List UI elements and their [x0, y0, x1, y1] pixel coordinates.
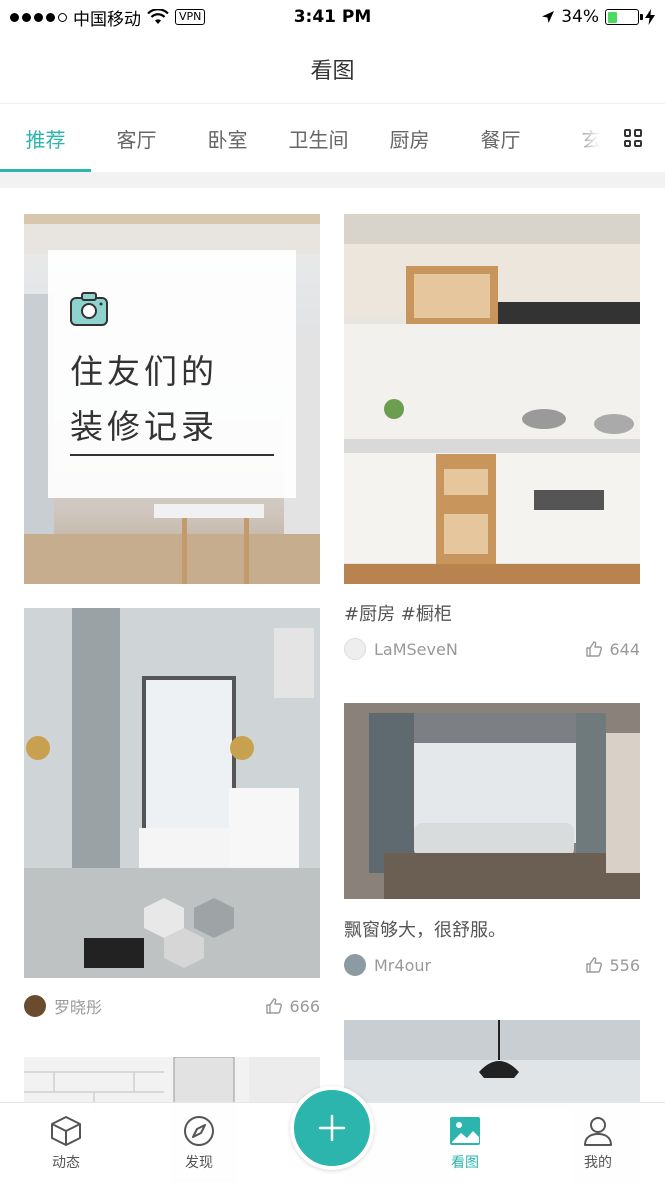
like-count: 644	[609, 639, 640, 659]
avatar	[24, 995, 46, 1017]
promo-title-line1: 住友们的	[70, 352, 218, 391]
bay-window-photo	[344, 703, 640, 899]
author[interactable]: 罗晓彤	[24, 994, 102, 1018]
bay-window-illustration	[344, 703, 640, 899]
category-tabs: 推荐 客厅 卧室 卫生间 厨房 餐厅 玄	[0, 104, 665, 172]
author-name: Mr4our	[374, 955, 432, 975]
bay-window-meta: Mr4our 556	[344, 954, 640, 976]
thumbs-up-icon	[586, 957, 603, 973]
kitchen-photo	[344, 214, 640, 584]
tabbar-label: 发现	[185, 1155, 213, 1171]
photo-feed: 住友们的 装修记录 #厨房 #橱柜 LaMSeveN 644 罗晓彤 666 飘…	[0, 188, 665, 1182]
hallway-meta: 罗晓彤 666	[24, 994, 320, 1018]
carrier-name: 中国移动	[73, 9, 141, 30]
tabbar-profile[interactable]: 我的	[548, 1103, 648, 1182]
tabbar-gallery[interactable]: 看图	[415, 1103, 515, 1182]
photo-card-hallway[interactable]: 罗晓彤 666	[24, 608, 320, 1028]
navigation-bar: 看图	[0, 34, 665, 104]
location-arrow-icon	[542, 11, 555, 23]
promo-underline	[70, 454, 274, 456]
like-count: 666	[289, 996, 320, 1016]
hallway-photo	[24, 608, 320, 978]
cube-icon	[51, 1116, 81, 1146]
bay-window-caption: 飘窗够大，很舒服。	[344, 920, 506, 941]
promo-card[interactable]: 住友们的 装修记录	[24, 214, 320, 584]
author[interactable]: LaMSeveN	[344, 638, 458, 660]
battery-fill	[607, 11, 618, 23]
hallway-illustration	[24, 608, 320, 978]
plus-icon	[318, 1114, 346, 1142]
author-name: LaMSeveN	[374, 639, 458, 659]
tab-dining-room[interactable]: 餐厅	[455, 104, 546, 172]
wifi-icon	[147, 9, 169, 24]
person-icon	[584, 1117, 612, 1146]
like-button[interactable]: 556	[585, 956, 640, 975]
tabbar-label: 动态	[52, 1155, 80, 1171]
tabbar-label: 我的	[584, 1155, 612, 1171]
tab-recommended[interactable]: 推荐	[0, 104, 91, 172]
tab-list: 推荐 客厅 卧室 卫生间 厨房 餐厅 玄	[0, 104, 600, 172]
battery-icon	[605, 9, 643, 25]
signal-strength-icon	[10, 12, 67, 22]
tabbar-activity[interactable]: 动态	[16, 1103, 116, 1182]
page-title: 看图	[310, 58, 355, 84]
status-left: 中国移动 VPN	[10, 5, 206, 30]
avatar	[344, 638, 366, 660]
photo-card-bay-window[interactable]: 飘窗够大，很舒服。 Mr4our 556	[344, 703, 640, 983]
promo-image: 住友们的 装修记录	[24, 214, 320, 584]
picture-icon	[450, 1117, 480, 1145]
thumbs-up-icon	[266, 998, 283, 1014]
compass-icon	[184, 1116, 214, 1146]
kitchen-illustration	[344, 214, 640, 584]
grid-icon	[623, 129, 642, 147]
author[interactable]: Mr4our	[344, 954, 431, 976]
tab-living-room[interactable]: 客厅	[91, 104, 182, 172]
vpn-badge: VPN	[175, 9, 206, 25]
like-button[interactable]: 666	[265, 997, 320, 1016]
avatar	[344, 954, 366, 976]
section-divider	[0, 172, 665, 188]
photo-card-kitchen[interactable]: #厨房 #橱柜 LaMSeveN 644	[344, 214, 640, 674]
all-categories-button[interactable]	[600, 104, 665, 172]
status-right: 34%	[541, 7, 655, 27]
battery-percent: 34%	[561, 7, 599, 27]
kitchen-tags[interactable]: #厨房 #橱柜	[344, 600, 452, 626]
like-button[interactable]: 644	[585, 640, 640, 659]
tab-bathroom[interactable]: 卫生间	[273, 104, 364, 172]
charging-bolt-icon	[645, 9, 655, 25]
tab-bedroom[interactable]: 卧室	[182, 104, 273, 172]
author-name: 罗晓彤	[54, 998, 103, 1017]
promo-title-line2: 装修记录	[70, 407, 218, 446]
thumbs-up-icon	[586, 641, 603, 657]
kitchen-meta: LaMSeveN 644	[344, 638, 640, 660]
status-bar: 中国移动 VPN 3:41 PM 34%	[0, 0, 665, 34]
tabbar-label: 看图	[451, 1155, 479, 1171]
tab-entryway[interactable]: 玄	[546, 104, 601, 172]
add-post-button[interactable]	[290, 1086, 374, 1170]
camera-icon	[70, 292, 108, 326]
promo-panel: 住友们的 装修记录	[48, 250, 296, 498]
tab-kitchen[interactable]: 厨房	[364, 104, 455, 172]
tabbar-discover[interactable]: 发现	[149, 1103, 249, 1182]
like-count: 556	[609, 955, 640, 975]
